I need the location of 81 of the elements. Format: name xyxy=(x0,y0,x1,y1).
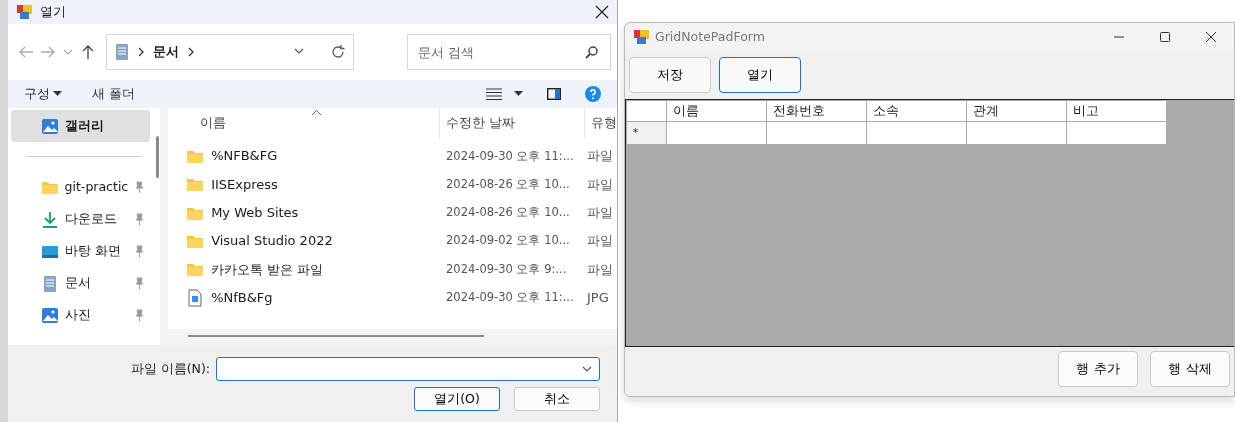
download-icon xyxy=(41,210,59,228)
picture-icon xyxy=(41,306,59,324)
file-name-field[interactable] xyxy=(216,357,600,381)
file-name[interactable]: %NfB&Fg xyxy=(211,287,273,308)
up-arrow-icon[interactable] xyxy=(80,44,96,60)
file-name[interactable]: 카카오톡 받은 파일 xyxy=(211,259,324,280)
file-type: 파일 xyxy=(586,260,613,279)
caret-icon[interactable] xyxy=(514,91,523,97)
sidebar-item[interactable]: 다운로드 xyxy=(11,203,150,235)
row-header[interactable]: * xyxy=(626,121,667,144)
folder-icon xyxy=(186,176,204,193)
file-date: 2024-09-30 오후 9:... xyxy=(445,260,568,278)
file-date: 2024-08-26 오후 10... xyxy=(445,175,571,193)
folder-icon xyxy=(186,148,204,165)
document-icon xyxy=(115,43,129,61)
file-type: 파일 xyxy=(586,147,613,166)
sidebar-item[interactable]: 사진 xyxy=(11,299,150,331)
file-date: 2024-09-30 오후 11:... xyxy=(445,289,575,306)
caret-icon xyxy=(53,91,63,97)
file-type: 파일 xyxy=(586,204,613,222)
grid-cell[interactable] xyxy=(766,121,867,144)
app-icon xyxy=(16,4,32,20)
search-icon[interactable] xyxy=(585,45,599,59)
grid-cell[interactable] xyxy=(666,121,767,144)
breadcrumb-item[interactable]: 문서 xyxy=(153,42,179,62)
close-icon[interactable] xyxy=(1206,32,1216,42)
new-folder-button[interactable]: 새 폴더 xyxy=(92,84,136,104)
file-name[interactable]: IISExpress xyxy=(211,174,278,195)
sidebar-item[interactable]: 문서 xyxy=(11,267,150,299)
file-type: JPG xyxy=(585,288,609,307)
delete-row-button[interactable]: 행 삭제 xyxy=(1150,351,1230,387)
list-view-icon[interactable] xyxy=(486,88,502,100)
window-title: 열기 xyxy=(40,2,66,21)
organize-button[interactable]: 구성 xyxy=(24,84,63,104)
window-title: GridNotePadForm xyxy=(655,27,765,46)
sidebar-item[interactable]: git-practic xyxy=(11,171,150,203)
document-icon xyxy=(41,274,59,292)
sidebar-item[interactable]: 바탕 화면 xyxy=(11,235,150,267)
file-date: 2024-08-26 오후 10... xyxy=(445,204,571,222)
gallery-icon xyxy=(41,117,59,135)
preview-pane-icon[interactable] xyxy=(547,88,561,100)
file-type: 파일 xyxy=(586,232,613,251)
file-date: 2024-09-02 오후 10... xyxy=(445,232,571,250)
save-button[interactable]: 저장 xyxy=(629,57,711,93)
grid-cell[interactable] xyxy=(1066,121,1167,144)
sidebar-item[interactable]: 갤러리 xyxy=(11,110,150,142)
file-name[interactable]: My Web Sites xyxy=(211,203,299,223)
maximize-icon[interactable] xyxy=(1160,32,1170,42)
image-file-icon xyxy=(186,288,204,307)
cancel-button[interactable]: 취소 xyxy=(514,387,600,411)
grid-cell[interactable] xyxy=(866,121,967,144)
chevron-right-icon xyxy=(187,47,195,57)
file-date: 2024-09-30 오후 11:... xyxy=(445,147,575,165)
refresh-icon[interactable] xyxy=(331,45,345,59)
folder-icon xyxy=(186,261,204,278)
close-icon[interactable] xyxy=(595,5,609,20)
file-type: 파일 xyxy=(586,175,613,194)
column-header[interactable]: 비고 xyxy=(1066,100,1167,121)
column-header[interactable]: 이름 xyxy=(666,100,767,121)
open-button[interactable]: 열기(O) xyxy=(414,387,500,411)
column-header[interactable]: 수정한 날짜 xyxy=(446,113,515,133)
file-name[interactable]: Visual Studio 2022 xyxy=(211,231,333,251)
add-row-button[interactable]: 행 추가 xyxy=(1058,351,1138,387)
column-header[interactable]: 전화번호 xyxy=(766,100,867,121)
app-icon xyxy=(633,29,649,45)
search-field[interactable]: 문서 검색 xyxy=(407,34,611,70)
open-button[interactable]: 열기 xyxy=(719,57,801,93)
column-header[interactable]: 소속 xyxy=(866,100,967,121)
file-name[interactable]: %NFB&FG xyxy=(211,146,278,166)
column-header[interactable]: 이름 xyxy=(200,113,226,133)
scrollbar-thumb[interactable] xyxy=(188,335,484,337)
column-header[interactable]: 관계 xyxy=(966,100,1067,121)
new-row-marker: * xyxy=(633,127,638,138)
grid-cell[interactable] xyxy=(966,121,1067,144)
field-label: 파일 이름(N): xyxy=(130,359,210,378)
scrollbar-thumb[interactable] xyxy=(156,136,159,178)
chevron-right-icon xyxy=(137,47,145,57)
column-header[interactable]: 유형 xyxy=(591,114,617,130)
folder-icon xyxy=(186,233,204,250)
address-bar[interactable]: 문서 xyxy=(106,34,354,70)
help-icon[interactable] xyxy=(585,86,601,102)
